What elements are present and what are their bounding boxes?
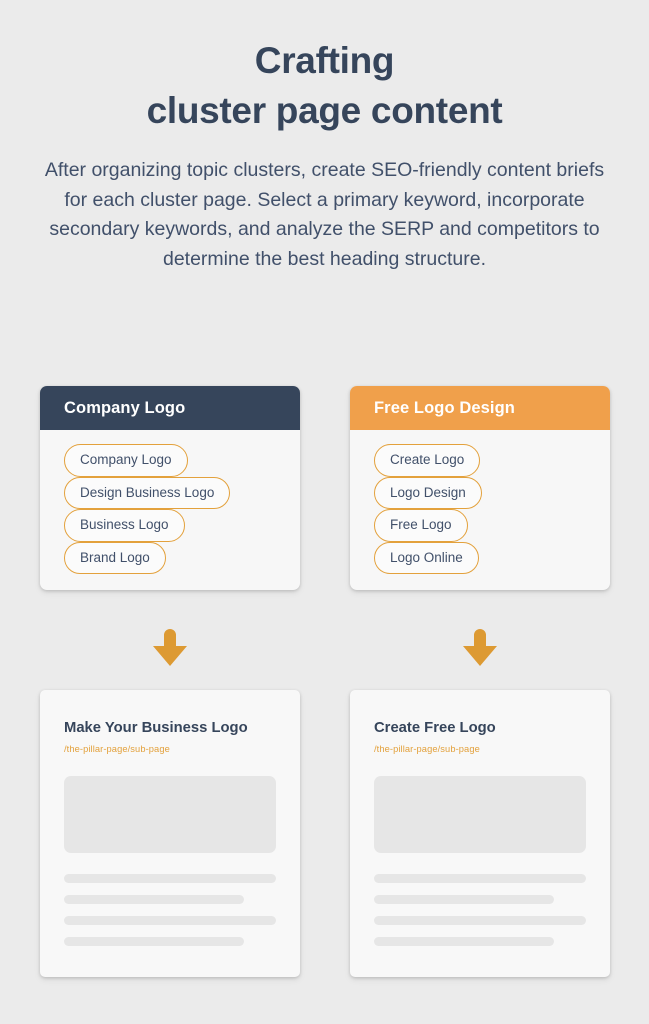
keyword-pill[interactable]: Brand Logo xyxy=(64,541,166,574)
keyword-pill[interactable]: Logo Design xyxy=(374,476,482,509)
page-mockup-title: Make Your Business Logo xyxy=(64,720,248,736)
keyword-pill[interactable]: Business Logo xyxy=(64,509,185,542)
keyword-pill-row: Business Logo xyxy=(64,509,300,542)
keyword-pill[interactable]: Logo Online xyxy=(374,541,479,574)
keyword-pill[interactable]: Create Logo xyxy=(374,444,481,477)
keyword-card-body: Create Logo Logo Design Free Logo Logo O… xyxy=(350,430,610,590)
skeleton-text-block xyxy=(374,873,586,946)
keyword-card-company-logo: Company Logo Company Logo Design Busines… xyxy=(40,386,300,590)
skeleton-line xyxy=(374,894,555,904)
keyword-pill-row: Company Logo xyxy=(64,444,300,477)
page-title-line-2: cluster page content xyxy=(146,90,503,131)
page-mockup-url[interactable]: /the-pillar-page/sub-page xyxy=(64,744,276,754)
page-mockup-row: Make Your Business Logo /the-pillar-page… xyxy=(40,690,610,977)
skeleton-line xyxy=(374,873,586,883)
arrow-row xyxy=(40,628,610,668)
keyword-pill-row: Free Logo xyxy=(374,509,610,542)
page-title: Crafting cluster page content xyxy=(0,36,649,136)
keyword-pill-row: Design Business Logo xyxy=(64,476,300,509)
skeleton-line xyxy=(64,873,276,883)
arrow-down-icon xyxy=(153,629,187,666)
page-mockup-url[interactable]: /the-pillar-page/sub-page xyxy=(374,744,586,754)
skeleton-line xyxy=(64,915,276,925)
arrow-down-icon xyxy=(463,629,497,666)
arrow-slot-left xyxy=(40,628,300,668)
skeleton-image-placeholder xyxy=(374,775,586,853)
keyword-card-free-logo-design: Free Logo Design Create Logo Logo Design… xyxy=(350,386,610,590)
page-header: Crafting cluster page content After orga… xyxy=(0,0,649,274)
keyword-pill-row: Logo Online xyxy=(374,541,610,574)
keyword-pill-row: Brand Logo xyxy=(64,541,300,574)
page-title-line-1: Crafting xyxy=(254,40,395,81)
keyword-card-body: Company Logo Design Business Logo Busine… xyxy=(40,430,300,590)
page-mockup-make-your-business-logo: Make Your Business Logo /the-pillar-page… xyxy=(40,690,300,977)
keyword-card-title: Company Logo xyxy=(64,398,186,417)
page-mockup-create-free-logo: Create Free Logo /the-pillar-page/sub-pa… xyxy=(350,690,610,977)
skeleton-line xyxy=(374,936,555,946)
keyword-pill-row: Logo Design xyxy=(374,476,610,509)
skeleton-line xyxy=(64,894,245,904)
keyword-card-header: Free Logo Design xyxy=(350,386,610,430)
keyword-pill[interactable]: Free Logo xyxy=(374,509,468,542)
keyword-card-title: Free Logo Design xyxy=(374,398,515,417)
keyword-pill-row: Create Logo xyxy=(374,444,610,477)
skeleton-line xyxy=(64,936,245,946)
skeleton-text-block xyxy=(64,873,276,946)
cluster-card-row: Company Logo Company Logo Design Busines… xyxy=(40,386,610,590)
keyword-card-header: Company Logo xyxy=(40,386,300,430)
skeleton-line xyxy=(374,915,586,925)
arrow-slot-right xyxy=(350,628,610,668)
skeleton-image-placeholder xyxy=(64,775,276,853)
keyword-pill[interactable]: Design Business Logo xyxy=(64,476,231,509)
page-intro-paragraph: After organizing topic clusters, create … xyxy=(44,159,605,270)
keyword-pill[interactable]: Company Logo xyxy=(64,444,188,477)
page-mockup-title: Create Free Logo xyxy=(374,720,496,736)
